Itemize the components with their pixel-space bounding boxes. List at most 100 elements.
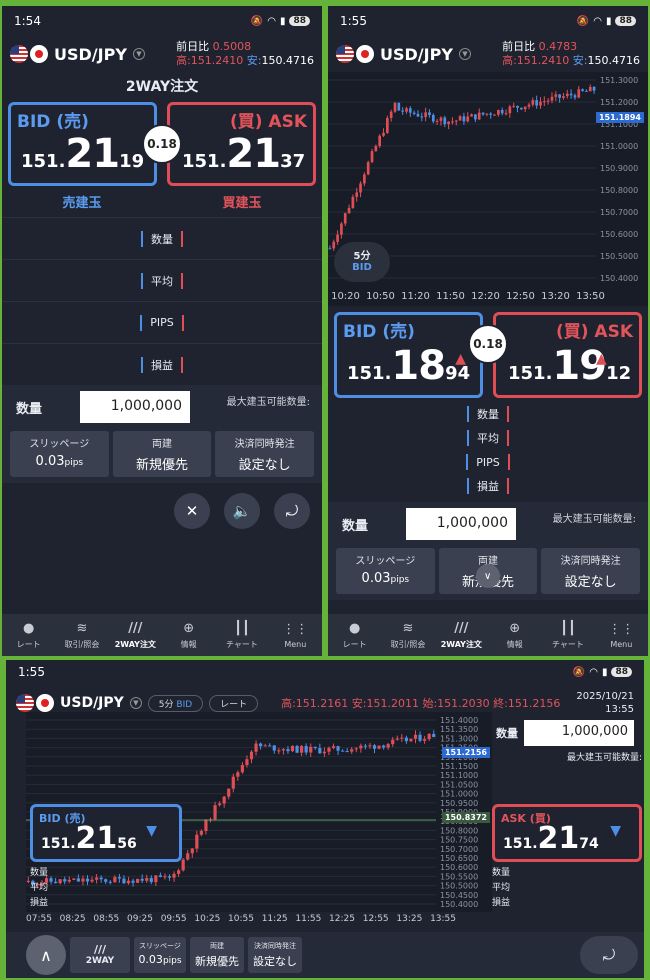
nav-2way[interactable]: ///2WAY注文 <box>109 614 162 656</box>
candle-body <box>277 750 281 752</box>
nav-chart[interactable]: ┃┃ チャート <box>541 614 594 656</box>
candle-body <box>577 89 581 98</box>
bid-button[interactable]: BID (売) 151. 18 94 ▲ <box>334 312 483 398</box>
candle-body <box>199 830 203 835</box>
candle-body <box>439 117 443 121</box>
timeframe-pill[interactable]: 5分 BID <box>147 694 204 712</box>
pair-header[interactable]: USD/JPY ▼ 前日比 0.4783 高:151.2410 安:150.47… <box>328 36 648 72</box>
chevron-down-icon[interactable]: ▼ <box>132 48 145 60</box>
nav-trade[interactable]: ≋ 取引/照会 <box>55 614 108 656</box>
x-tick-label: 11:50 <box>436 290 465 302</box>
candle-body <box>404 737 408 742</box>
candle-body <box>431 114 435 122</box>
slippage-button[interactable]: スリッページ 0.03pips <box>134 937 186 973</box>
settle-order-button[interactable]: 決済同時発注 設定なし <box>215 431 315 477</box>
candle-body <box>405 108 408 112</box>
2way-button[interactable]: ///2WAY <box>70 937 130 973</box>
candle-body <box>520 107 523 110</box>
chevron-down-icon[interactable]: ▼ <box>458 48 471 60</box>
candle-body <box>382 132 385 136</box>
collapse-chevron-icon[interactable]: ∨ <box>475 564 500 588</box>
bid-position-labels: 数量 平均 損益 <box>30 868 49 908</box>
x-tick-label: 10:20 <box>331 290 360 302</box>
quantity-input[interactable]: 1,000,000 <box>80 391 190 423</box>
nav-chart[interactable]: ┃┃ チャート <box>215 614 268 656</box>
y-tick-label: 151.3000 <box>440 734 478 743</box>
x-tick-label: 13:55 <box>430 914 456 924</box>
ask-button[interactable]: (買) ASK 151. 21 37 <box>167 102 316 186</box>
order-settings: 数量 1,000,000 最大建玉可能数量: スリッページ 0.03pips 両建… <box>2 385 322 483</box>
nav-rate[interactable]: ● レート <box>2 614 55 656</box>
x-tick-label: 12:50 <box>506 290 535 302</box>
position-table: 数量 平均 PIPS 損益 <box>2 217 322 385</box>
candle-body <box>401 110 404 112</box>
rotate-screen-icon[interactable]: ⤾ <box>274 493 310 529</box>
position-table: 数量 平均 PIPS 損益 <box>328 398 648 502</box>
candle-body <box>140 878 144 881</box>
down-arrow-icon: ▼ <box>610 823 621 839</box>
candle-body <box>341 750 345 752</box>
hedge-button[interactable]: 両建新規優先 ∨ <box>438 548 538 594</box>
candle-body <box>345 751 349 753</box>
nav-info[interactable]: ⊕ 情報 <box>488 614 541 656</box>
ask-label: (買) ASK <box>229 112 307 132</box>
ask-button[interactable]: (買) ASK 151. 19 12 ▲ <box>493 312 642 398</box>
candle-body <box>204 819 208 831</box>
nav-info[interactable]: ⊕ 情報 <box>162 614 215 656</box>
y-tick-label: 150.5500 <box>440 872 478 881</box>
bid-button[interactable]: BID (売) 151. 21 19 <box>8 102 157 186</box>
timeframe-button[interactable]: 5分 BID <box>334 242 390 282</box>
slippage-button[interactable]: スリッページ 0.03pips <box>10 431 109 477</box>
wifi-icon: ◠ <box>589 666 598 678</box>
sound-icon[interactable]: 🔈 <box>224 493 260 529</box>
us-flag-icon <box>10 45 28 63</box>
candle-body <box>359 745 363 749</box>
y-tick-label: 151.3000 <box>600 76 638 85</box>
hedge-button[interactable]: 両建 新規優先 <box>190 937 244 973</box>
ask-button[interactable]: ASK (買) 151. 21 74 ▼ <box>492 804 642 862</box>
quantity-input[interactable]: 1,000,000 <box>524 720 634 746</box>
rate-pill[interactable]: レート <box>209 694 259 712</box>
quote-row: BID (売) 151. 21 19 (買) ASK 151. 21 37 0.18 <box>2 102 322 186</box>
candle-body <box>443 117 447 125</box>
trade-icon: ≋ <box>76 620 88 636</box>
hedge-button[interactable]: 両建 新規優先 <box>112 431 212 477</box>
candle-body <box>481 112 485 115</box>
y-tick-label: 150.5000 <box>440 882 478 891</box>
wifi-icon: ◠ <box>593 15 602 27</box>
bid-button[interactable]: BID (売) 151. 21 56 ▼ <box>30 804 182 862</box>
candle-body <box>418 734 422 741</box>
candle-body <box>581 89 584 91</box>
candle-body <box>149 877 153 883</box>
candle-body <box>95 877 99 880</box>
mute-icon: 🔕 <box>576 15 590 27</box>
candle-body <box>163 876 167 878</box>
rotate-screen-icon[interactable]: ⤾ <box>580 936 638 974</box>
candle-body <box>254 743 258 752</box>
candle-body <box>350 749 354 752</box>
settle-order-button[interactable]: 決済同時発注 設定なし <box>541 548 641 594</box>
slippage-button[interactable]: スリッページ 0.03pips <box>336 548 435 594</box>
candle-body <box>327 747 331 752</box>
candle-body <box>368 745 372 747</box>
y-tick-label: 150.4500 <box>440 891 478 900</box>
price-chart[interactable]: 151.3000 151.2000 151.1000 151.0000 150.9000… <box>328 72 648 286</box>
nav-menu[interactable]: ⋮⋮ Menu <box>595 614 648 656</box>
x-tick-label: 12:20 <box>471 290 500 302</box>
candle-body <box>309 746 313 753</box>
candle-body <box>542 101 546 103</box>
quantity-input[interactable]: 1,000,000 <box>406 508 516 540</box>
candle-body <box>374 146 378 152</box>
oneclick-toggle-icon[interactable]: ✕ <box>174 493 210 529</box>
nav-2way[interactable]: ///2WAY注文 <box>435 614 488 656</box>
nav-rate[interactable]: ● レート <box>328 614 381 656</box>
nav-menu[interactable]: ⋮⋮ Menu <box>269 614 322 656</box>
chevron-down-icon[interactable]: ▼ <box>129 697 142 709</box>
candle-body <box>423 739 427 741</box>
nav-trade[interactable]: ≋ 取引/照会 <box>381 614 434 656</box>
candle-body <box>447 121 450 125</box>
pair-header[interactable]: USD/JPY ▼ 前日比 0.5008 高:151.2410 安:150.47… <box>2 36 322 72</box>
settle-order-button[interactable]: 決済同時発注 設定なし <box>248 937 302 973</box>
chevron-up-icon[interactable]: ∧ <box>26 935 66 975</box>
candle-body <box>363 745 367 747</box>
